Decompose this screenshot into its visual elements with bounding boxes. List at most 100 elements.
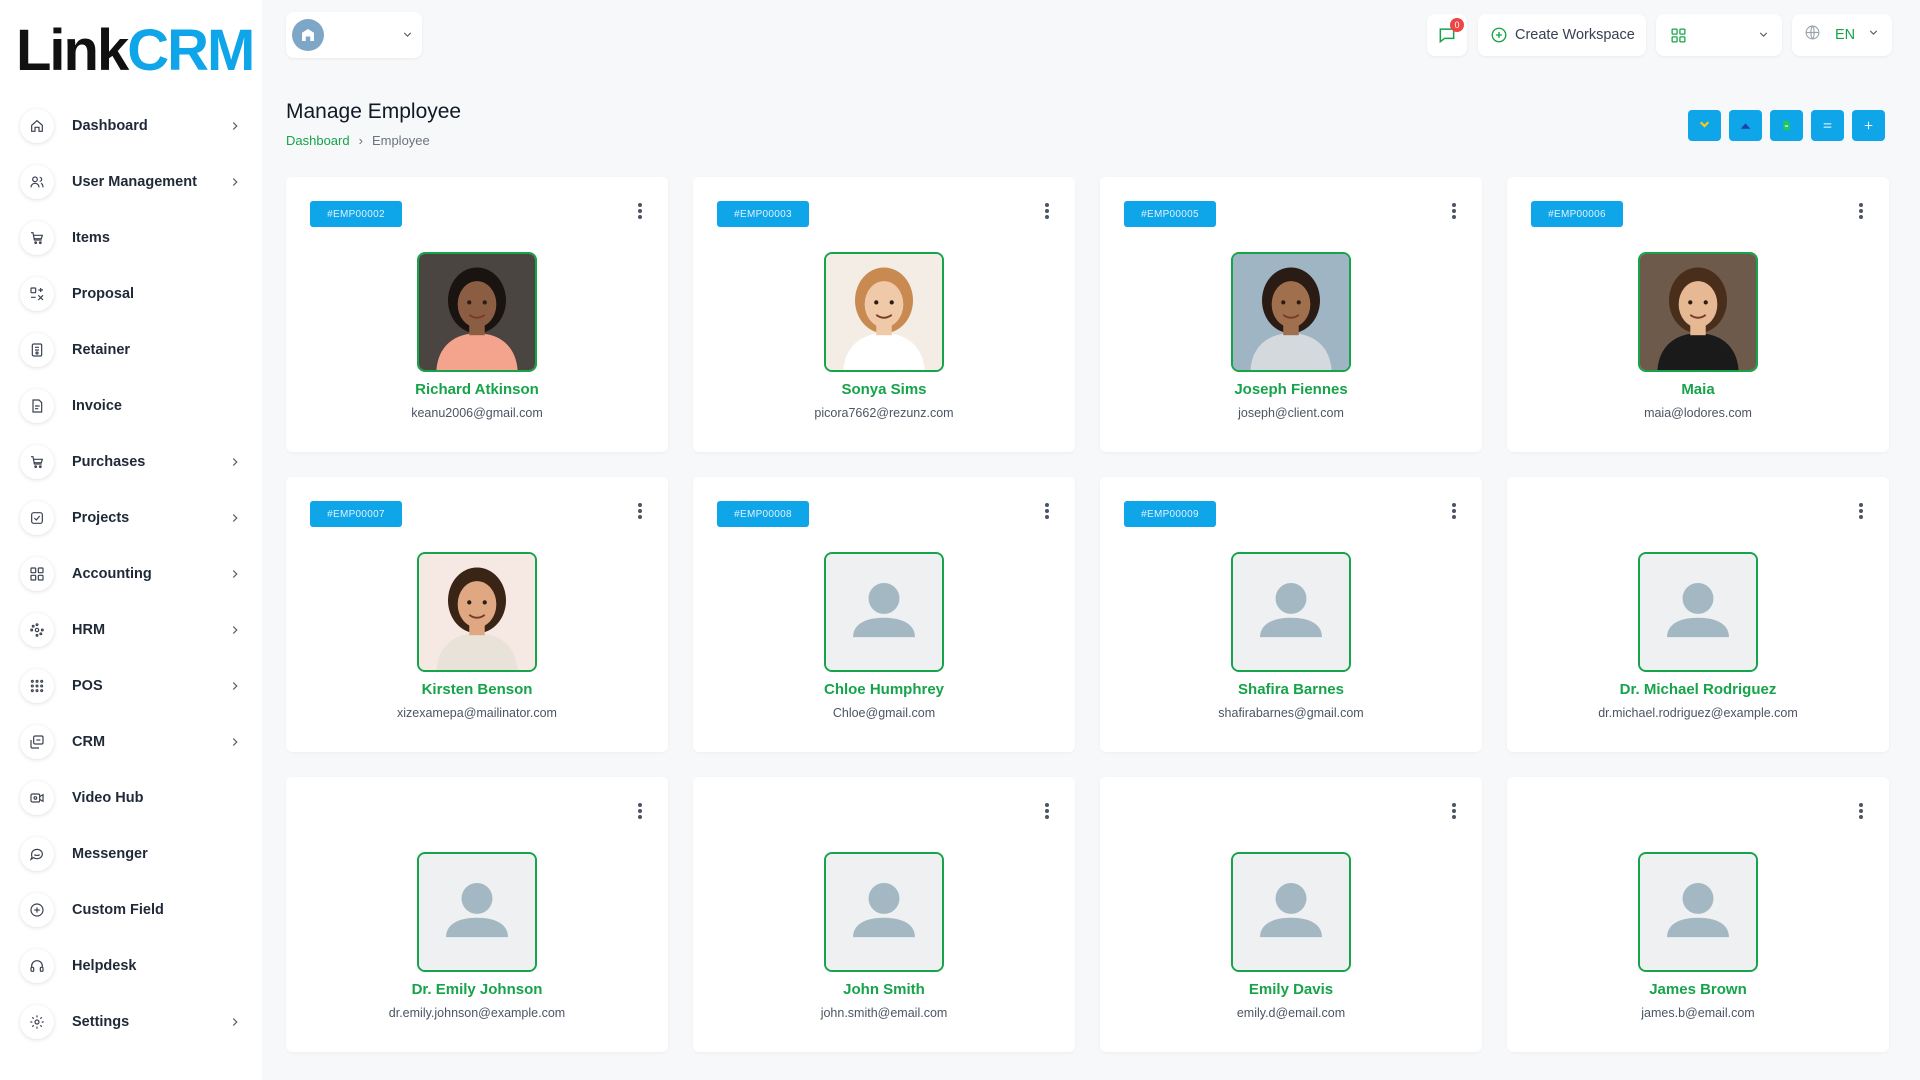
employee-id-badge[interactable]: #EMP00006: [1531, 201, 1623, 227]
proposal-icon: [20, 277, 54, 311]
kebab-menu-icon[interactable]: [636, 201, 644, 221]
chevron-down-icon: [1867, 26, 1880, 44]
employee-id-badge[interactable]: #EMP00008: [717, 501, 809, 527]
chevron-right-icon: [228, 175, 242, 189]
gear-icon: [20, 1005, 54, 1039]
breadcrumb-home-link[interactable]: Dashboard: [286, 133, 350, 148]
sidebar-item-dashboard[interactable]: Dashboard: [20, 98, 242, 154]
employee-id-badge[interactable]: #EMP00003: [717, 201, 809, 227]
kebab-menu-icon[interactable]: [1857, 501, 1865, 521]
employee-id-badge[interactable]: #EMP00009: [1124, 501, 1216, 527]
sidebar-item-messenger[interactable]: Messenger: [20, 826, 242, 882]
sidebar-item-projects[interactable]: Projects: [20, 490, 242, 546]
sidebar-item-user-management[interactable]: User Management: [20, 154, 242, 210]
employee-email: emily.d@email.com: [1236, 1006, 1346, 1020]
sidebar-item-label: Purchases: [72, 454, 146, 470]
add-employee-button[interactable]: [1852, 110, 1885, 141]
sidebar-item-pos[interactable]: POS: [20, 658, 242, 714]
brand-logo-part1: Link: [16, 18, 129, 83]
sidebar-item-retainer[interactable]: Retainer: [20, 322, 242, 378]
kebab-menu-icon[interactable]: [1450, 201, 1458, 221]
employee-name[interactable]: Emily Davis: [1100, 981, 1482, 998]
sidebar-item-invoice[interactable]: Invoice: [20, 378, 242, 434]
create-workspace-button[interactable]: Create Workspace: [1478, 14, 1646, 56]
invoice-icon: [20, 389, 54, 423]
chevron-right-icon: [228, 623, 242, 637]
brand-logo[interactable]: LinkCRM: [16, 22, 255, 80]
sidebar-item-hrm[interactable]: HRM: [20, 602, 242, 658]
employee-card: Emily Davis emily.d@email.com: [1100, 777, 1482, 1052]
sidebar-item-video-hub[interactable]: Video Hub: [20, 770, 242, 826]
upload-icon: [1740, 123, 1751, 129]
avatar-placeholder-icon: [1638, 552, 1758, 672]
chevron-right-icon: [228, 567, 242, 581]
kebab-menu-icon[interactable]: [1857, 201, 1865, 221]
employee-card: #EMP00008 Chloe Humphrey Chloe@gmail.com: [693, 477, 1075, 752]
kebab-menu-icon[interactable]: [636, 501, 644, 521]
employee-id-badge[interactable]: #EMP00007: [310, 501, 402, 527]
notification-count-badge: 0: [1450, 18, 1464, 32]
kebab-menu-icon[interactable]: [1043, 801, 1051, 821]
employee-name[interactable]: Maia: [1507, 381, 1889, 398]
list-view-button[interactable]: [1811, 110, 1844, 141]
employee-name[interactable]: Joseph Fiennes: [1100, 381, 1482, 398]
employee-name[interactable]: Dr. Michael Rodriguez: [1507, 681, 1889, 698]
chevron-down-icon: [401, 28, 414, 46]
headset-icon: [20, 949, 54, 983]
sidebar: LinkCRM Dashboard User Management Items Pro…: [0, 0, 262, 1080]
avatar-placeholder-icon: [824, 552, 944, 672]
employee-avatar: [1231, 252, 1351, 372]
sidebar-nav: Dashboard User Management Items Proposal Ret…: [20, 98, 242, 1050]
kebab-menu-icon[interactable]: [636, 801, 644, 821]
export-button[interactable]: [1770, 110, 1803, 141]
employee-name[interactable]: Chloe Humphrey: [693, 681, 1075, 698]
chat-icon: [20, 837, 54, 871]
employee-card: #EMP00002 Richard Atkinson keanu2006@gmail…: [286, 177, 668, 452]
sidebar-item-accounting[interactable]: Accounting: [20, 546, 242, 602]
cart-icon: [20, 221, 54, 255]
sidebar-item-proposal[interactable]: Proposal: [20, 266, 242, 322]
avatar-placeholder-icon: [417, 852, 537, 972]
brand-logo-part2: CRM: [127, 18, 255, 83]
kebab-menu-icon[interactable]: [1857, 801, 1865, 821]
sidebar-item-settings[interactable]: Settings: [20, 994, 242, 1050]
employee-name[interactable]: Dr. Emily Johnson: [286, 981, 668, 998]
employee-name[interactable]: Kirsten Benson: [286, 681, 668, 698]
plus-circle-icon: [1491, 27, 1507, 43]
sidebar-item-label: CRM: [72, 734, 106, 750]
kebab-menu-icon[interactable]: [1450, 501, 1458, 521]
page-actions: [1688, 110, 1885, 141]
kebab-menu-icon[interactable]: [1450, 801, 1458, 821]
sidebar-item-purchases[interactable]: Purchases: [20, 434, 242, 490]
workspace-select[interactable]: [286, 12, 422, 58]
list-view-icon: [1823, 123, 1832, 128]
employee-name[interactable]: Shafira Barnes: [1100, 681, 1482, 698]
import-button[interactable]: [1688, 110, 1721, 141]
sidebar-item-helpdesk[interactable]: Helpdesk: [20, 938, 242, 994]
breadcrumb-separator-icon: ›: [358, 133, 363, 148]
dots-grid-icon: [20, 669, 54, 703]
sidebar-item-label: Projects: [72, 510, 130, 526]
avatar-placeholder-icon: [824, 852, 944, 972]
employee-name[interactable]: Richard Atkinson: [286, 381, 668, 398]
employee-card: #EMP00005 Joseph Fiennes joseph@client.com: [1100, 177, 1482, 452]
employee-id-badge[interactable]: #EMP00002: [310, 201, 402, 227]
add-icon: [1864, 121, 1873, 130]
sidebar-item-items[interactable]: Items: [20, 210, 242, 266]
messages-button[interactable]: 0: [1427, 14, 1467, 56]
chevron-right-icon: [228, 511, 242, 525]
employee-name[interactable]: John Smith: [693, 981, 1075, 998]
employee-card: #EMP00003 Sonya Sims picora7662@rezunz.com: [693, 177, 1075, 452]
employee-name[interactable]: James Brown: [1507, 981, 1889, 998]
employee-id-badge[interactable]: #EMP00005: [1124, 201, 1216, 227]
employee-name[interactable]: Sonya Sims: [693, 381, 1075, 398]
upload-button[interactable]: [1729, 110, 1762, 141]
language-select[interactable]: EN: [1792, 14, 1892, 56]
sidebar-item-crm[interactable]: CRM: [20, 714, 242, 770]
checkbox-icon: [20, 501, 54, 535]
kebab-menu-icon[interactable]: [1043, 501, 1051, 521]
sidebar-item-custom-field[interactable]: Custom Field: [20, 882, 242, 938]
apps-menu-button[interactable]: [1656, 14, 1782, 56]
chevron-right-icon: [228, 679, 242, 693]
kebab-menu-icon[interactable]: [1043, 201, 1051, 221]
